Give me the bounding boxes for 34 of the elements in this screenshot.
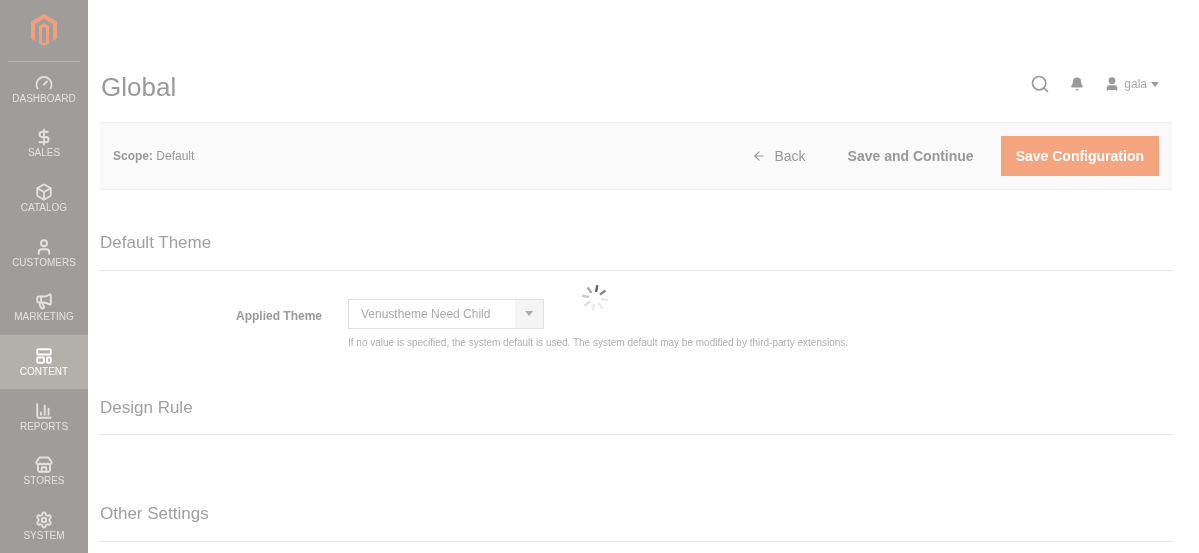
bar-chart-icon <box>35 401 53 420</box>
sidebar-item[interactable]: STORES <box>0 443 88 499</box>
scope-label: Scope: Default <box>113 148 195 165</box>
save-continue-button[interactable]: Save and Continue <box>847 145 974 167</box>
gauge-icon <box>35 73 53 92</box>
sidebar-item[interactable]: DASHBOARD <box>0 61 88 117</box>
section-header[interactable]: Design Rule <box>100 394 1172 435</box>
layout-icon <box>35 346 53 365</box>
megaphone-icon <box>35 292 53 311</box>
store-icon <box>35 456 53 475</box>
sidebar-item[interactable]: CUSTOMERS <box>0 225 88 280</box>
person-icon <box>35 237 53 256</box>
field-note: If no value is specified, the system default is used. The system default may be modified by third-party extensions. <box>348 336 850 349</box>
sidebar-item[interactable]: MARKETING <box>0 280 88 335</box>
section-header[interactable]: Default Theme <box>100 230 1172 271</box>
page-title: Global <box>100 70 177 104</box>
search-icon[interactable] <box>1030 74 1051 94</box>
section-header[interactable]: Other Settings <box>100 501 1172 542</box>
sidebar-item[interactable]: SYSTEM <box>0 498 88 553</box>
sidebar-item[interactable]: CONTENT <box>0 334 88 390</box>
sidebar-item[interactable]: SALES <box>0 116 88 171</box>
theme-select[interactable]: Venustheme Need Child <box>348 298 544 329</box>
caret-icon <box>525 311 533 316</box>
settings-icon <box>35 510 53 529</box>
user-menu[interactable]: gala <box>1104 75 1159 93</box>
caret-icon <box>1151 81 1159 87</box>
field-label: Applied Theme <box>235 307 323 325</box>
arrow-left-icon <box>752 149 767 163</box>
box-icon <box>35 183 53 202</box>
notification-icon[interactable] <box>1070 77 1085 91</box>
sidebar-item[interactable]: REPORTS <box>0 389 88 444</box>
save-button[interactable]: Save Configuration <box>1000 136 1159 176</box>
back-button[interactable]: Back <box>752 145 806 167</box>
sidebar-item[interactable]: CATALOG <box>0 170 88 226</box>
